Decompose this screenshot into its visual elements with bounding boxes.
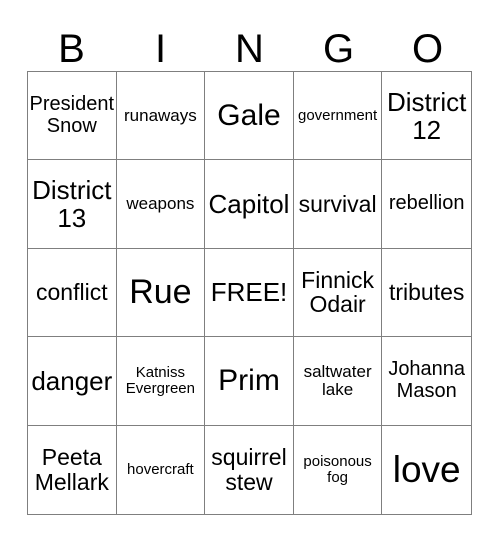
bingo-cell-label: danger	[31, 365, 113, 396]
bingo-cell-label: FREE!	[210, 277, 288, 308]
bingo-cell-label: rebellion	[388, 192, 465, 215]
bingo-header-letter-g: G	[322, 27, 355, 71]
bingo-cell[interactable]: runaways	[116, 72, 206, 161]
bingo-cell[interactable]: President Snow	[28, 72, 117, 161]
bingo-cell-label: Gale	[217, 98, 281, 132]
bingo-cell-label: Peeta Mellark	[34, 443, 109, 495]
bingo-cell-label: squirrel stew	[211, 443, 287, 495]
bingo-cell-label: Katniss Evergreen	[125, 363, 195, 397]
bingo-cell[interactable]: Katniss Evergreen	[116, 337, 206, 426]
bingo-header-letter-b: B	[58, 27, 85, 71]
bingo-cell-label: saltwater lake	[303, 361, 372, 399]
bingo-cell-label: survival	[298, 190, 377, 217]
bingo-cell-label: Capitol	[208, 189, 290, 220]
bingo-cell-label: weapons	[126, 193, 195, 213]
bingo-card: B I N G O President Snow runaways Gale gove…	[0, 0, 500, 544]
bingo-cell[interactable]: Gale	[205, 72, 294, 161]
bingo-cell-label: runaways	[124, 105, 197, 125]
bingo-cell-label: Finnick Odair	[301, 266, 375, 318]
bingo-cell[interactable]: danger	[28, 337, 117, 426]
bingo-cell[interactable]: Johanna Mason	[382, 337, 471, 426]
bingo-cell[interactable]: poisonous fog	[293, 425, 383, 514]
bingo-cell-label: District 12	[386, 86, 467, 145]
bingo-cell-label: hovercraft	[127, 460, 194, 478]
bingo-cell[interactable]: survival	[293, 160, 383, 249]
bingo-cell-free[interactable]: FREE!	[205, 248, 294, 338]
bingo-cell[interactable]: Rue	[116, 248, 206, 338]
bingo-header-letter-o: O	[411, 27, 444, 71]
bingo-cell[interactable]: Prim	[205, 337, 294, 426]
bingo-cell-label: President Snow	[29, 93, 115, 137]
bingo-cell[interactable]: rebellion	[382, 160, 471, 249]
bingo-cell[interactable]: Peeta Mellark	[28, 425, 117, 514]
bingo-cell[interactable]: love	[382, 425, 471, 514]
bingo-header-letter-n: N	[235, 27, 264, 71]
bingo-cell[interactable]: hovercraft	[116, 425, 206, 514]
bingo-cell-label: District 13	[32, 175, 112, 234]
bingo-grid: President Snow runaways Gale government Dist…	[27, 71, 472, 515]
bingo-cell[interactable]: District 12	[382, 72, 471, 161]
bingo-header-letter-i: I	[154, 27, 167, 71]
bingo-cell[interactable]: weapons	[116, 160, 206, 249]
bingo-cell[interactable]: government	[293, 72, 383, 161]
bingo-cell-label: love	[392, 448, 461, 490]
bingo-cell[interactable]: Capitol	[205, 160, 294, 249]
bingo-cell[interactable]: saltwater lake	[293, 337, 383, 426]
bingo-header-row: B I N G O	[27, 14, 472, 71]
bingo-cell-label: poisonous fog	[303, 452, 372, 486]
bingo-cell-label: Prim	[218, 363, 280, 397]
bingo-cell-label: government	[297, 106, 378, 124]
bingo-cell-label: conflict	[36, 279, 108, 306]
bingo-cell[interactable]: tributes	[382, 248, 471, 338]
bingo-cell[interactable]: squirrel stew	[205, 425, 294, 514]
bingo-cell[interactable]: District 13	[28, 160, 117, 249]
bingo-cell[interactable]: conflict	[28, 248, 117, 338]
bingo-cell-label: Johanna Mason	[388, 358, 466, 402]
bingo-cell-label: tributes	[388, 279, 465, 306]
bingo-cell[interactable]: Finnick Odair	[293, 248, 383, 338]
bingo-cell-label: Rue	[129, 273, 192, 312]
